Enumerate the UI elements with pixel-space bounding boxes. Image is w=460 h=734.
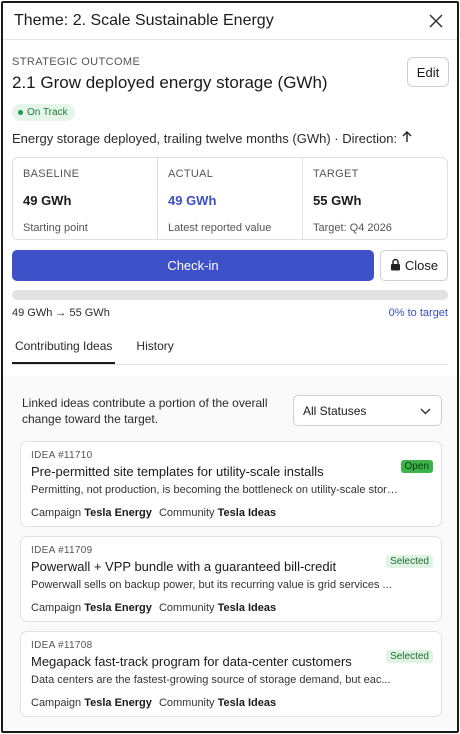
campaign-value: Tesla Energy [84,507,152,519]
idea-card[interactable]: IDEA #11710 Pre-permitted site templates… [20,441,442,527]
stat-value: 49 GWh [23,193,72,208]
campaign-value: Tesla Energy [84,697,152,709]
idea-status-badge: Selected [386,650,433,663]
progress-range: 49 GWh → 55 GWh [12,307,110,319]
outcome-panel: Theme: 2. Scale Sustainable Energy STRAT… [1,1,459,733]
arrow-up-icon [402,131,412,146]
status-filter-value: All Statuses [303,403,367,418]
status-badge-label: On Track [27,107,68,118]
outcome-title: 2.1 Grow deployed energy storage (GWh) [12,73,328,92]
outcome-summary: STRATEGIC OUTCOME 2.1 Grow deployed ener… [3,40,457,146]
idea-id: IDEA #11708 [31,640,93,651]
tab-contributing-ideas[interactable]: Contributing Ideas [12,339,116,364]
stats-box: BASELINE 49 GWh Starting point ACTUAL 49… [12,157,448,240]
idea-id: IDEA #11709 [31,545,93,556]
community-label: Community [158,507,215,519]
community-value: Tesla Ideas [217,602,277,614]
idea-description: Permitting, not production, is becoming … [31,484,401,496]
idea-status-badge: Selected [386,555,433,568]
close-outcome-label: Close [404,258,439,273]
idea-title[interactable]: Pre-permitted site templates for utility… [31,464,433,479]
progress-bar [12,290,448,300]
stat-sub: Starting point [23,222,88,234]
stat-sub: Latest reported value [168,222,272,234]
ideas-section: Linked ideas contribute a portion of the… [3,376,457,731]
outcome-eyebrow: STRATEGIC OUTCOME [12,56,141,68]
idea-meta: Campaign Tesla Energy Community Tesla Id… [31,697,433,709]
idea-card[interactable]: IDEA #11708 Megapack fast-track program … [20,631,442,717]
tab-history[interactable]: History [133,339,176,364]
stat-actual: ACTUAL 49 GWh Latest reported value [158,158,303,239]
campaign-value: Tesla Energy [84,602,152,614]
close-icon[interactable] [427,12,445,30]
community-label: Community [158,697,215,709]
edit-button[interactable]: Edit [407,57,449,87]
progress-info: 49 GWh → 55 GWh 0% to target [12,307,448,319]
ideas-intro: Linked ideas contribute a portion of the… [20,395,442,427]
stat-label: TARGET [313,168,359,180]
chevron-down-icon [420,404,431,418]
idea-meta: Campaign Tesla Energy Community Tesla Id… [31,602,433,614]
stat-label: BASELINE [23,168,80,180]
stat-target: TARGET 55 GWh Target: Q4 2026 [303,158,447,239]
community-value: Tesla Ideas [217,697,277,709]
metric-description: Energy storage deployed, trailing twelve… [12,131,448,146]
idea-id: IDEA #11710 [31,450,93,461]
community-label: Community [158,602,215,614]
stat-label: ACTUAL [168,168,214,180]
status-filter-select[interactable]: All Statuses [293,395,442,426]
ideas-intro-text: Linked ideas contribute a portion of the… [22,396,268,426]
idea-card[interactable]: IDEA #11709 Powerwall + VPP bundle with … [20,536,442,622]
idea-status-badge: Open [400,460,433,473]
idea-description: Powerwall sells on backup power, but its… [31,579,392,591]
metric-text: Energy storage deployed, trailing twelve… [12,131,398,146]
progress-percent: 0% to target [388,307,448,319]
idea-description: Data centers are the fastest-growing sou… [31,674,391,686]
campaign-label: Campaign [31,697,82,709]
campaign-label: Campaign [31,507,82,519]
action-row: Check-in Close [12,250,448,281]
stat-value: 55 GWh [313,193,362,208]
lock-icon [390,258,401,274]
campaign-label: Campaign [31,602,82,614]
panel-title: Theme: 2. Scale Sustainable Energy [14,12,274,29]
close-outcome-button[interactable]: Close [379,250,448,281]
status-badge: On Track [12,104,75,121]
tab-bar: Contributing Ideas History [12,339,448,365]
community-value: Tesla Ideas [217,507,277,519]
idea-title[interactable]: Megapack fast-track program for data-cen… [31,654,433,669]
check-in-button[interactable]: Check-in [12,250,374,281]
status-dot-icon [18,110,23,115]
stat-sub: Target: Q4 2026 [313,222,392,234]
stat-value: 49 GWh [168,193,217,208]
stat-baseline: BASELINE 49 GWh Starting point [13,158,158,239]
idea-meta: Campaign Tesla Energy Community Tesla Id… [31,507,433,519]
idea-title[interactable]: Powerwall + VPP bundle with a guaranteed… [31,559,433,574]
panel-header: Theme: 2. Scale Sustainable Energy [3,3,457,40]
